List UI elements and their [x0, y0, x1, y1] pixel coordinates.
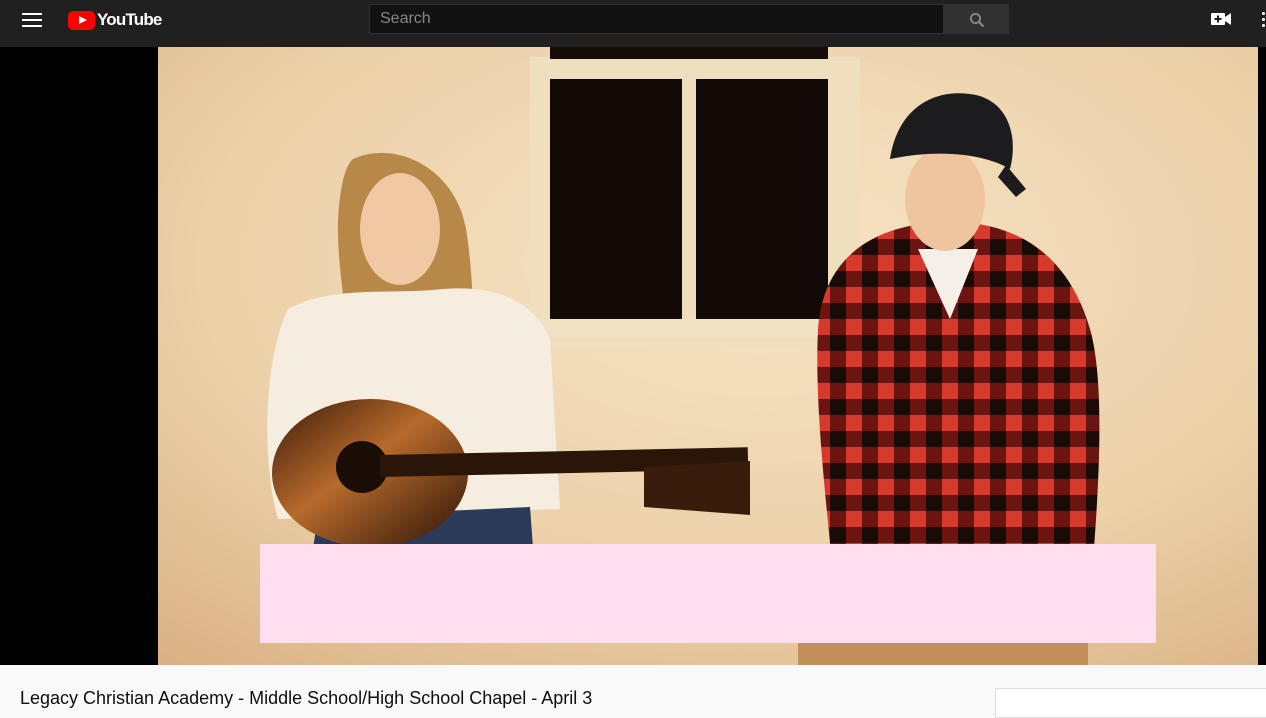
search-input[interactable] [370, 5, 943, 33]
more-vertical-icon[interactable] [1259, 10, 1266, 30]
youtube-logo[interactable]: YouTube [68, 9, 162, 31]
search-button[interactable] [944, 4, 1009, 34]
search-box[interactable] [369, 4, 944, 34]
hamburger-menu-icon[interactable] [22, 12, 42, 28]
search-icon [970, 13, 985, 28]
video-camera-plus-icon [1211, 13, 1231, 25]
video-frame[interactable] [158, 47, 1258, 665]
video-player[interactable] [0, 47, 1266, 665]
masthead: YouTube [0, 0, 1266, 47]
youtube-play-icon [68, 10, 95, 30]
side-panel [995, 688, 1266, 718]
logo-text: YouTube [97, 10, 162, 29]
caption-overlay [260, 544, 1156, 643]
create-video-button[interactable] [1210, 9, 1232, 29]
video-title: Legacy Christian Academy - Middle School… [20, 688, 593, 708]
